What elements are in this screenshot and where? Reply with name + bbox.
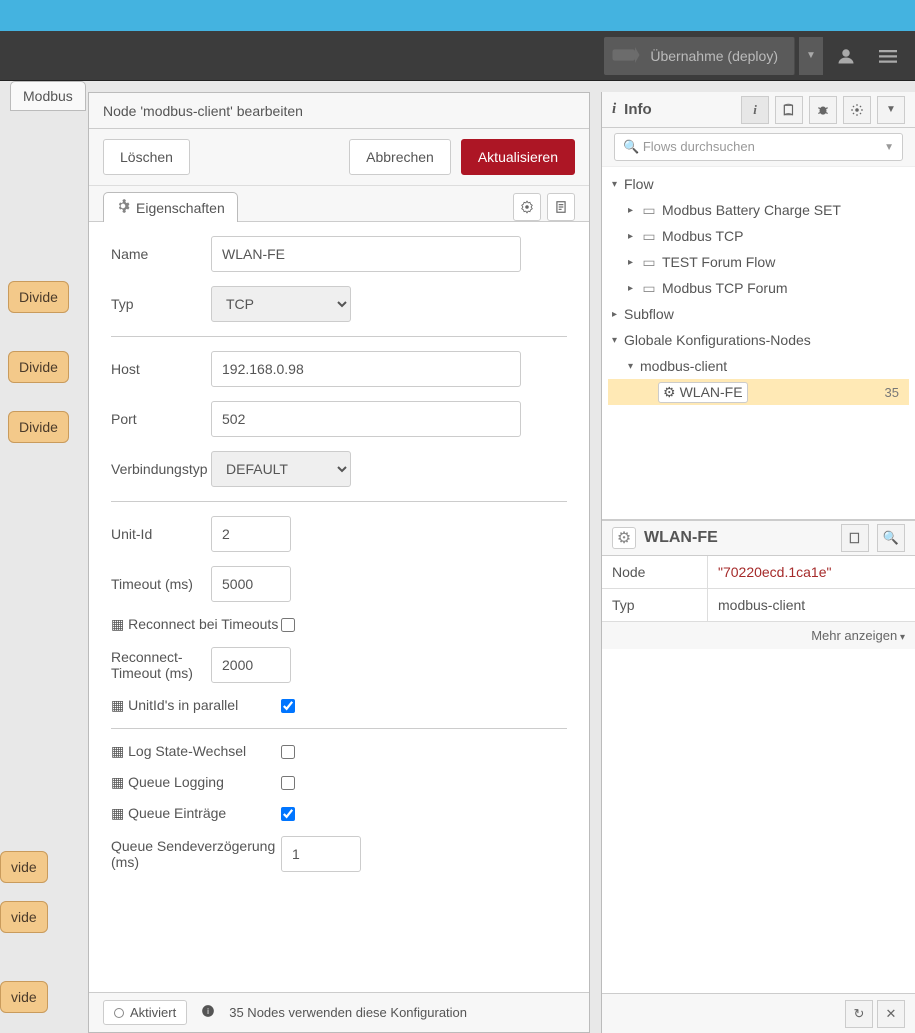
enabled-label: Aktiviert bbox=[130, 1005, 176, 1020]
sidebar: i Info i ▼ 🔍 Flows durchsuchen ▼ ▾Flow ▸… bbox=[601, 92, 915, 1033]
timeout-input[interactable] bbox=[211, 566, 291, 602]
detail-title: WLAN-FE bbox=[644, 529, 833, 547]
search-input[interactable]: 🔍 Flows durchsuchen ▼ bbox=[614, 133, 903, 161]
deploy-dropdown[interactable]: ▼ bbox=[799, 37, 823, 75]
outline-tree[interactable]: ▾Flow ▸▭Modbus Battery Charge SET ▸▭Modb… bbox=[602, 166, 915, 520]
reconnect-label: ▦ Reconnect bei Timeouts bbox=[111, 616, 281, 633]
node-id: "70220ecd.1ca1e" bbox=[708, 556, 915, 588]
flow-node[interactable]: Divide bbox=[8, 281, 69, 313]
tree-wlanfe[interactable]: ⚙WLAN-FE 35 bbox=[608, 379, 909, 405]
circle-icon bbox=[114, 1008, 124, 1018]
flow-node[interactable]: Divide bbox=[8, 351, 69, 383]
deploy-label: Übernahme (deploy) bbox=[650, 48, 778, 64]
queuelog-label: ▦ Queue Logging bbox=[111, 774, 281, 791]
gear-icon bbox=[116, 199, 130, 216]
show-more[interactable]: Mehr anzeigen bbox=[602, 622, 915, 649]
tree-global[interactable]: ▾Globale Konfigurations-Nodes bbox=[608, 327, 909, 353]
type-label: Typ bbox=[602, 589, 708, 621]
reconnect-timeout-input[interactable] bbox=[211, 647, 291, 683]
parallel-checkbox[interactable] bbox=[281, 699, 295, 713]
type-select[interactable]: TCP bbox=[211, 286, 351, 322]
search-icon: 🔍 bbox=[623, 139, 639, 154]
deploy-icon bbox=[612, 46, 642, 66]
tree-item[interactable]: ▸▭Modbus TCP Forum bbox=[608, 275, 909, 301]
settings-tab-icon[interactable] bbox=[513, 193, 541, 221]
book-icon[interactable] bbox=[841, 524, 869, 552]
reconnect-timeout-label: Reconnect-Timeout (ms) bbox=[111, 649, 211, 681]
flow-node[interactable]: vide bbox=[0, 851, 48, 883]
gear-icon: ⚙ bbox=[663, 384, 676, 401]
update-button[interactable]: Aktualisieren bbox=[461, 139, 575, 175]
refresh-icon[interactable]: ↻ bbox=[845, 1000, 873, 1028]
conn-select[interactable]: DEFAULT bbox=[211, 451, 351, 487]
gear-icon: ⚙ bbox=[612, 527, 636, 549]
queueentries-label: ▦ Queue Einträge bbox=[111, 805, 281, 822]
dialog-title: Node 'modbus-client' bearbeiten bbox=[89, 93, 589, 129]
chevron-down-icon: ▼ bbox=[884, 142, 894, 153]
workspace-tab[interactable]: Modbus bbox=[10, 81, 86, 111]
logstate-label: ▦ Log State-Wechsel bbox=[111, 743, 281, 760]
cancel-button[interactable]: Abbrechen bbox=[349, 139, 451, 175]
type-value: modbus-client bbox=[708, 589, 915, 621]
parallel-label: ▦ UnitId's in parallel bbox=[111, 697, 281, 714]
reconnect-checkbox[interactable] bbox=[281, 618, 295, 632]
flow-node[interactable]: vide bbox=[0, 901, 48, 933]
top-blue-bar bbox=[0, 0, 915, 31]
queueentries-checkbox[interactable] bbox=[281, 807, 295, 821]
usage-text: 35 Nodes verwenden diese Konfiguration bbox=[229, 1005, 467, 1020]
unitid-label: Unit-Id bbox=[111, 526, 211, 542]
svg-text:i: i bbox=[207, 1007, 209, 1016]
flow-node[interactable]: vide bbox=[0, 981, 48, 1013]
tree-flow[interactable]: ▾Flow bbox=[608, 171, 909, 197]
tree-item[interactable]: ▸▭Modbus TCP bbox=[608, 223, 909, 249]
tree-item[interactable]: ▸▭TEST Forum Flow bbox=[608, 249, 909, 275]
info-table: Node "70220ecd.1ca1e" Typ modbus-client bbox=[602, 556, 915, 622]
info-icon: i bbox=[201, 1004, 215, 1021]
info-tab-icon[interactable]: i bbox=[741, 96, 769, 124]
conn-label: Verbindungstyp bbox=[111, 461, 211, 477]
port-input[interactable] bbox=[211, 401, 521, 437]
unitid-input[interactable] bbox=[211, 516, 291, 552]
name-label: Name bbox=[111, 246, 211, 262]
doc-tab-icon[interactable] bbox=[547, 193, 575, 221]
host-label: Host bbox=[111, 361, 211, 377]
usage-badge: 35 bbox=[885, 385, 899, 400]
timeout-label: Timeout (ms) bbox=[111, 576, 211, 592]
deploy-button[interactable]: Übernahme (deploy) bbox=[604, 37, 795, 75]
properties-tab-label: Eigenschaften bbox=[136, 200, 225, 216]
form-body: Name Typ TCP Host Port Verbindungstyp DE… bbox=[89, 222, 589, 992]
node-label: Node bbox=[602, 556, 708, 588]
properties-tab[interactable]: Eigenschaften bbox=[103, 192, 238, 222]
queuedelay-label: Queue Sendeverzögerung (ms) bbox=[111, 838, 281, 870]
queuedelay-input[interactable] bbox=[281, 836, 361, 872]
close-icon[interactable]: ✕ bbox=[877, 1000, 905, 1028]
debug-tab-icon[interactable] bbox=[809, 96, 837, 124]
header-bar: Übernahme (deploy) ▼ bbox=[0, 31, 915, 81]
type-label: Typ bbox=[111, 296, 211, 312]
search-icon-btn[interactable]: 🔍 bbox=[877, 524, 905, 552]
menu-icon[interactable] bbox=[869, 37, 907, 75]
tree-item[interactable]: ▸▭Modbus Battery Charge SET bbox=[608, 197, 909, 223]
info-i-icon: i bbox=[612, 101, 616, 118]
queuelog-checkbox[interactable] bbox=[281, 776, 295, 790]
sidebar-title: Info bbox=[624, 101, 652, 118]
name-input[interactable] bbox=[211, 236, 521, 272]
help-tab-icon[interactable] bbox=[775, 96, 803, 124]
logstate-checkbox[interactable] bbox=[281, 745, 295, 759]
tree-subflow[interactable]: ▸Subflow bbox=[608, 301, 909, 327]
flow-node[interactable]: Divide bbox=[8, 411, 69, 443]
delete-button[interactable]: Löschen bbox=[103, 139, 190, 175]
host-input[interactable] bbox=[211, 351, 521, 387]
user-icon[interactable] bbox=[827, 37, 865, 75]
tree-modbus-client[interactable]: ▾modbus-client bbox=[608, 353, 909, 379]
port-label: Port bbox=[111, 411, 211, 427]
sidebar-caret[interactable]: ▼ bbox=[877, 96, 905, 124]
enabled-toggle[interactable]: Aktiviert bbox=[103, 1000, 187, 1025]
config-tab-icon[interactable] bbox=[843, 96, 871, 124]
edit-dialog: Node 'modbus-client' bearbeiten Löschen … bbox=[88, 92, 590, 1033]
